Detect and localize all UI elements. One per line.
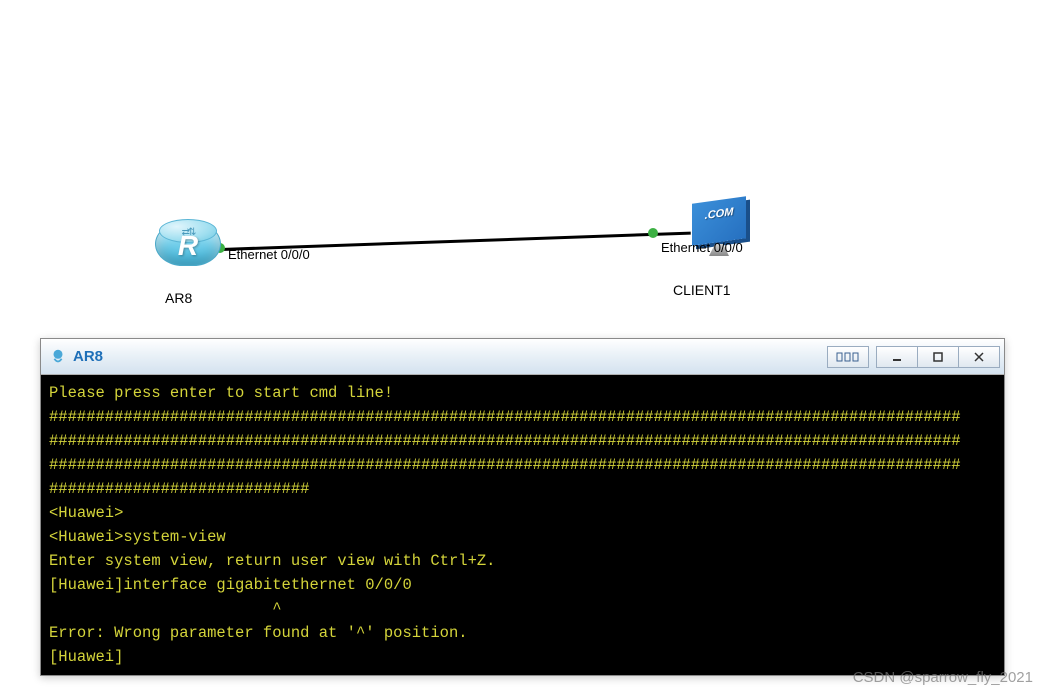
close-button[interactable]	[958, 346, 1000, 368]
minimize-button[interactable]	[876, 346, 918, 368]
router-label: AR8	[165, 290, 192, 306]
terminal-line: Please press enter to start cmd line!	[49, 384, 393, 402]
terminal-title: AR8	[73, 348, 827, 365]
router-device-ar8[interactable]: ⇄⇅ R	[155, 222, 221, 276]
terminal-line: ########################################…	[49, 432, 961, 450]
terminal-line: Enter system view, return user view with…	[49, 552, 495, 570]
terminal-line: <Huawei>	[49, 504, 123, 522]
client-port-indicator	[648, 228, 658, 238]
router-port-label: Ethernet 0/0/0	[228, 247, 310, 262]
terminal-line: ########################################…	[49, 408, 961, 426]
terminal-line: <Huawei>system-view	[49, 528, 226, 546]
terminal-line: Error: Wrong parameter found at '^' posi…	[49, 624, 468, 642]
client-port-label: Ethernet 0/0/0	[661, 240, 743, 255]
terminal-output[interactable]: Please press enter to start cmd line! ##…	[41, 375, 1004, 675]
router-letter: R	[178, 230, 198, 262]
client-label: CLIENT1	[673, 282, 731, 298]
terminal-line: ########################################…	[49, 456, 961, 474]
maximize-button[interactable]	[917, 346, 959, 368]
settings-button[interactable]	[827, 346, 869, 368]
network-topology-canvas[interactable]: ⇄⇅ R AR8 Ethernet 0/0/0 .COM CLIENT1 Eth…	[0, 0, 1039, 330]
app-icon	[49, 348, 67, 366]
watermark: CSDN @sparrow_fly_2021	[853, 669, 1033, 686]
terminal-titlebar[interactable]: AR8	[41, 339, 1004, 375]
terminal-line: [Huawei]interface gigabitethernet 0/0/0	[49, 576, 412, 594]
client-box-text: .COM	[705, 206, 734, 222]
terminal-line: [Huawei]	[49, 648, 123, 666]
terminal-line: ^	[49, 600, 282, 618]
terminal-line: ############################	[49, 480, 309, 498]
terminal-window: AR8 Please press enter to start cmd line…	[40, 338, 1005, 676]
